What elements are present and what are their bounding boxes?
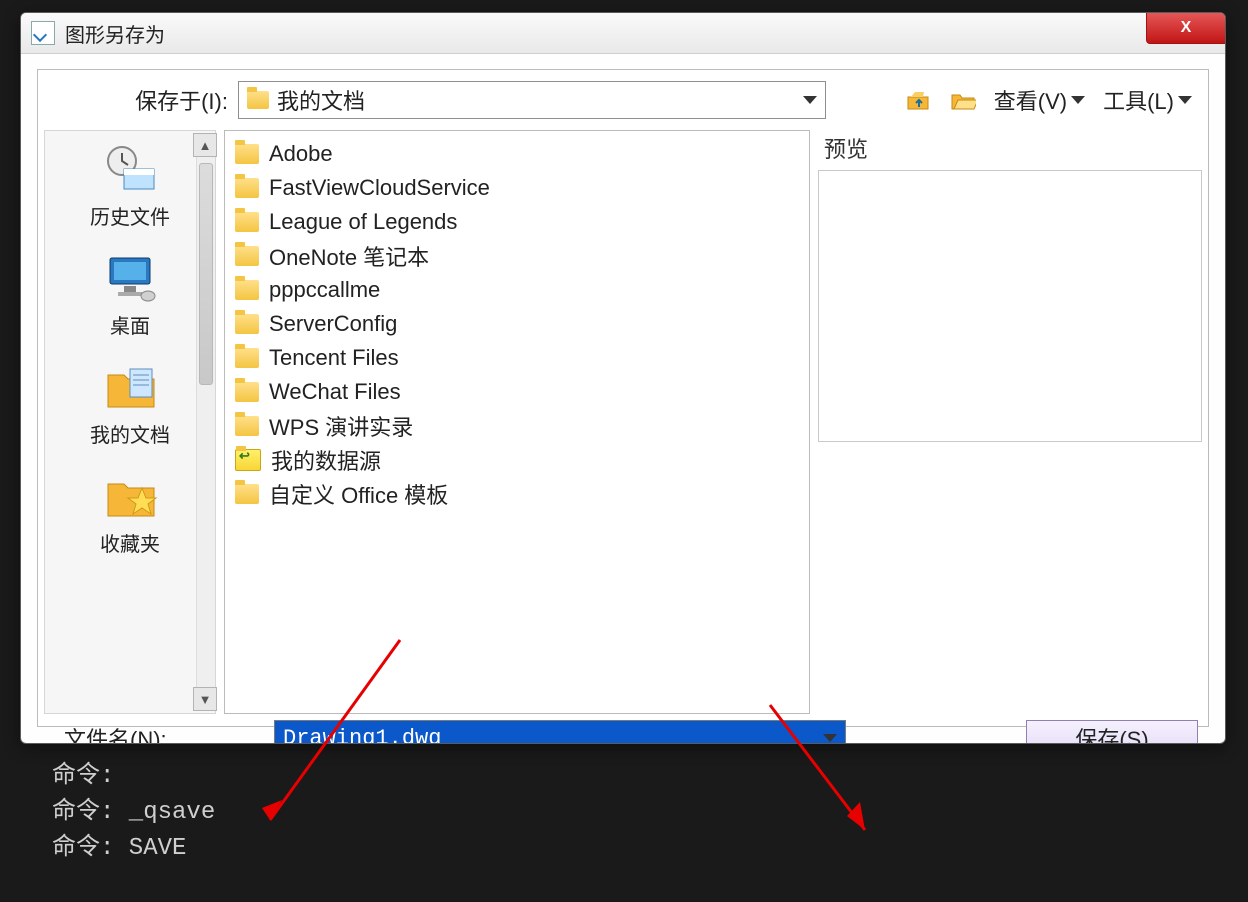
chevron-down-icon xyxy=(1071,96,1085,104)
app-icon xyxy=(31,21,55,45)
folder-icon xyxy=(235,382,259,402)
cmd-line: 命令: xyxy=(52,754,1196,790)
folder-icon xyxy=(235,314,259,334)
list-item[interactable]: OneNote 笔记本 xyxy=(235,239,799,273)
save-as-dialog: 图形另存为 X 保存于(I): 我的文档 xyxy=(20,12,1226,744)
file-name: WeChat Files xyxy=(269,379,401,405)
scrollbar-thumb[interactable] xyxy=(199,163,213,385)
datasource-folder-icon xyxy=(235,449,261,471)
close-button[interactable]: X xyxy=(1146,12,1226,44)
file-list[interactable]: Adobe FastViewCloudService League of Legen… xyxy=(224,130,810,714)
filename-input[interactable] xyxy=(275,721,845,744)
folder-icon xyxy=(235,416,259,436)
place-desktop[interactable]: 桌面 xyxy=(60,244,200,353)
chevron-down-icon xyxy=(823,734,837,742)
view-menu[interactable]: 查看(V) xyxy=(994,84,1085,116)
file-name: 自定义 Office 模板 xyxy=(269,478,448,510)
savein-value: 我的文档 xyxy=(277,84,365,116)
chevron-down-icon xyxy=(803,96,817,104)
place-history[interactable]: 历史文件 xyxy=(60,135,200,244)
scroll-down-button[interactable]: ▼ xyxy=(193,687,217,711)
list-item[interactable]: Tencent Files xyxy=(235,341,799,375)
file-name: 我的数据源 xyxy=(271,444,381,476)
list-item[interactable]: pppccallme xyxy=(235,273,799,307)
close-icon: X xyxy=(1181,19,1192,37)
cmd-line: 命令: _qsave xyxy=(52,790,1196,826)
savein-label: 保存于(I): xyxy=(48,84,238,116)
filename-label: 文件名(N): xyxy=(48,722,274,744)
scrollbar[interactable] xyxy=(196,157,215,687)
list-item[interactable]: ServerConfig xyxy=(235,307,799,341)
folder-icon xyxy=(235,246,259,266)
folder-icon xyxy=(247,91,269,109)
file-name: Adobe xyxy=(269,141,333,167)
view-label: 查看(V) xyxy=(994,84,1067,116)
list-item[interactable]: 自定义 Office 模板 xyxy=(235,477,799,511)
documents-icon xyxy=(102,361,158,411)
save-button[interactable]: 保存(S) xyxy=(1026,720,1198,744)
list-item[interactable]: League of Legends xyxy=(235,205,799,239)
file-name: Tencent Files xyxy=(269,345,399,371)
file-name: League of Legends xyxy=(269,209,457,235)
folder-icon xyxy=(235,178,259,198)
list-item[interactable]: Adobe xyxy=(235,137,799,171)
scroll-up-button[interactable]: ▲ xyxy=(193,133,217,157)
file-name: pppccallme xyxy=(269,277,380,303)
preview-panel: 预览 xyxy=(818,130,1202,714)
place-mydocs[interactable]: 我的文档 xyxy=(60,353,200,462)
list-item[interactable]: WPS 演讲实录 xyxy=(235,409,799,443)
up-one-level-icon[interactable] xyxy=(906,89,932,111)
open-folder-icon[interactable] xyxy=(950,89,976,111)
savein-combobox[interactable]: 我的文档 xyxy=(238,81,826,119)
dialog-body: 保存于(I): 我的文档 查看(V) xyxy=(37,69,1209,727)
place-favorites[interactable]: 收藏夹 xyxy=(60,462,200,571)
file-name: ServerConfig xyxy=(269,311,397,337)
cmd-line: 命令: SAVE xyxy=(52,826,1196,862)
folder-icon xyxy=(235,280,259,300)
tools-label: 工具(L) xyxy=(1103,84,1174,116)
favorites-icon xyxy=(102,470,158,520)
dialog-title: 图形另存为 xyxy=(65,19,165,48)
desktop-icon xyxy=(102,252,158,302)
list-item[interactable]: WeChat Files xyxy=(235,375,799,409)
command-output: 命令: 命令: _qsave 命令: SAVE xyxy=(22,750,1226,888)
list-item[interactable]: 我的数据源 xyxy=(235,443,799,477)
titlebar[interactable]: 图形另存为 X xyxy=(21,13,1225,54)
chevron-down-icon xyxy=(1178,96,1192,104)
tools-menu[interactable]: 工具(L) xyxy=(1103,84,1192,116)
history-icon xyxy=(102,143,158,193)
folder-icon xyxy=(235,348,259,368)
filename-combobox[interactable] xyxy=(274,720,846,744)
preview-label: 预览 xyxy=(818,130,1202,170)
folder-icon xyxy=(235,212,259,232)
list-item[interactable]: FastViewCloudService xyxy=(235,171,799,205)
preview-box xyxy=(818,170,1202,442)
file-name: OneNote 笔记本 xyxy=(269,240,429,272)
file-name: WPS 演讲实录 xyxy=(269,410,413,442)
file-name: FastViewCloudService xyxy=(269,175,490,201)
folder-icon xyxy=(235,484,259,504)
folder-icon xyxy=(235,144,259,164)
places-bar: ▲ 历史文件 桌面 xyxy=(44,130,216,714)
